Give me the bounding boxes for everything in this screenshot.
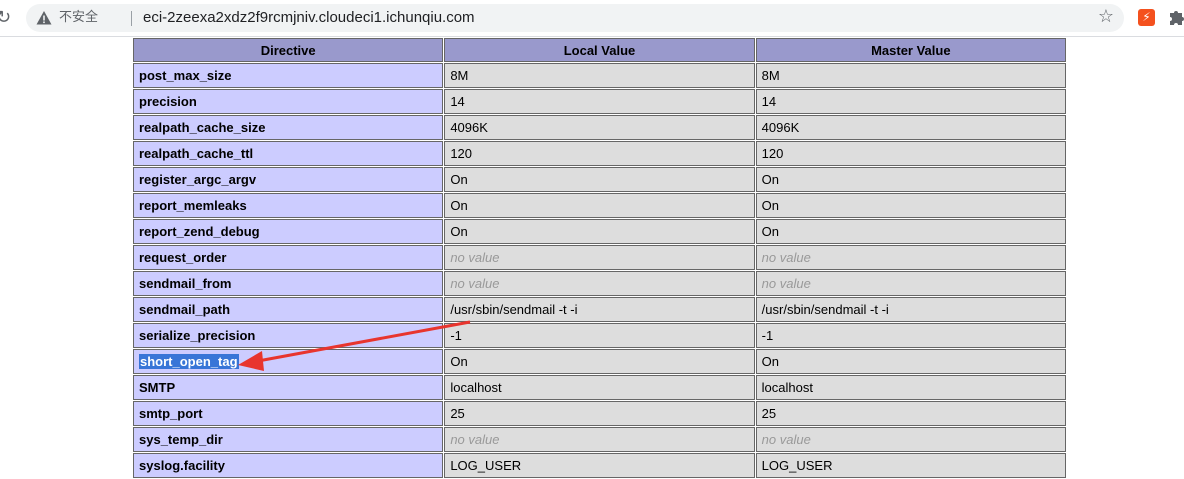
table-row: serialize_precision -1 -1 xyxy=(133,323,1066,348)
local-value: 14 xyxy=(444,89,755,114)
security-label[interactable]: 不安全 xyxy=(59,9,98,27)
local-value: no value xyxy=(444,271,755,296)
master-value: On xyxy=(755,193,1066,218)
directive-name: sendmail_path xyxy=(133,297,444,322)
table-row: post_max_size 8M 8M xyxy=(133,63,1066,88)
table-row: smtp_port 25 25 xyxy=(133,401,1066,426)
master-value: 8M xyxy=(755,63,1066,88)
table-row: sys_temp_dir no value no value xyxy=(133,427,1066,452)
master-value: no value xyxy=(755,271,1066,296)
table-row: realpath_cache_size 4096K 4096K xyxy=(133,115,1066,140)
table-row: report_memleaks On On xyxy=(133,193,1066,218)
directive-name: smtp_port xyxy=(133,401,444,426)
reload-icon[interactable]: ↻ xyxy=(0,8,16,28)
directive-name: realpath_cache_ttl xyxy=(133,141,444,166)
header-master-value: Master Value xyxy=(755,38,1066,62)
local-value: On xyxy=(444,193,755,218)
local-value: On xyxy=(444,349,755,374)
local-value: no value xyxy=(444,427,755,452)
php-directives-table: Directive Local Value Master Value post_… xyxy=(132,37,1067,479)
extensions-puzzle-icon[interactable] xyxy=(1168,8,1184,26)
local-value: On xyxy=(444,219,755,244)
master-value: 120 xyxy=(755,141,1066,166)
address-bar[interactable]: 不安全 eci-2zeexa2xdz2f9rcmjniv.cloudeci1.i… xyxy=(26,4,1124,32)
directive-name: report_memleaks xyxy=(133,193,444,218)
address-divider xyxy=(131,11,132,26)
directive-name: post_max_size xyxy=(133,63,444,88)
table-row: report_zend_debug On On xyxy=(133,219,1066,244)
local-value: On xyxy=(444,167,755,192)
local-value: -1 xyxy=(444,323,755,348)
master-value: 14 xyxy=(755,89,1066,114)
directive-name: realpath_cache_size xyxy=(133,115,444,140)
local-value: no value xyxy=(444,245,755,270)
directive-name: serialize_precision xyxy=(133,323,444,348)
table-header-row: Directive Local Value Master Value xyxy=(133,38,1066,62)
table-row: precision 14 14 xyxy=(133,89,1066,114)
master-value: On xyxy=(755,219,1066,244)
table-row: request_order no value no value xyxy=(133,245,1066,270)
local-value: 8M xyxy=(444,63,755,88)
directive-name: request_order xyxy=(133,245,444,270)
directive-name: sys_temp_dir xyxy=(133,427,444,452)
directive-name: syslog.facility xyxy=(133,453,444,478)
directive-name: SMTP xyxy=(133,375,444,400)
table-row: short_open_tag On On xyxy=(133,349,1066,374)
directive-name: register_argc_argv xyxy=(133,167,444,192)
master-value: LOG_USER xyxy=(755,453,1066,478)
extension-icon[interactable]: ⚡ xyxy=(1138,9,1155,26)
header-local-value: Local Value xyxy=(444,38,755,62)
local-value: 4096K xyxy=(444,115,755,140)
directive-name: report_zend_debug xyxy=(133,219,444,244)
directive-name: sendmail_from xyxy=(133,271,444,296)
local-value: /usr/sbin/sendmail -t -i xyxy=(444,297,755,322)
table-row: sendmail_from no value no value xyxy=(133,271,1066,296)
master-value: On xyxy=(755,167,1066,192)
url-text[interactable]: eci-2zeexa2xdz2f9rcmjniv.cloudeci1.ichun… xyxy=(143,8,475,28)
bookmark-star-icon[interactable]: ☆ xyxy=(1098,7,1114,27)
local-value: 25 xyxy=(444,401,755,426)
master-value: 4096K xyxy=(755,115,1066,140)
local-value: LOG_USER xyxy=(444,453,755,478)
master-value: 25 xyxy=(755,401,1066,426)
master-value: no value xyxy=(755,427,1066,452)
local-value: localhost xyxy=(444,375,755,400)
master-value: no value xyxy=(755,245,1066,270)
warning-icon[interactable] xyxy=(36,10,52,26)
header-directive: Directive xyxy=(133,38,444,62)
master-value: On xyxy=(755,349,1066,374)
table-row: SMTP localhost localhost xyxy=(133,375,1066,400)
table-row: realpath_cache_ttl 120 120 xyxy=(133,141,1066,166)
master-value: localhost xyxy=(755,375,1066,400)
directive-name-highlighted: short_open_tag xyxy=(133,349,444,374)
directive-name: precision xyxy=(133,89,444,114)
browser-toolbar: ↻ 不安全 eci-2zeexa2xdz2f9rcmjniv.cloudeci1… xyxy=(0,0,1184,37)
master-value: -1 xyxy=(755,323,1066,348)
table-row: syslog.facility LOG_USER LOG_USER xyxy=(133,453,1066,478)
table-row: sendmail_path /usr/sbin/sendmail -t -i /… xyxy=(133,297,1066,322)
local-value: 120 xyxy=(444,141,755,166)
selected-text[interactable]: short_open_tag xyxy=(139,354,239,369)
table-row: register_argc_argv On On xyxy=(133,167,1066,192)
master-value: /usr/sbin/sendmail -t -i xyxy=(755,297,1066,322)
